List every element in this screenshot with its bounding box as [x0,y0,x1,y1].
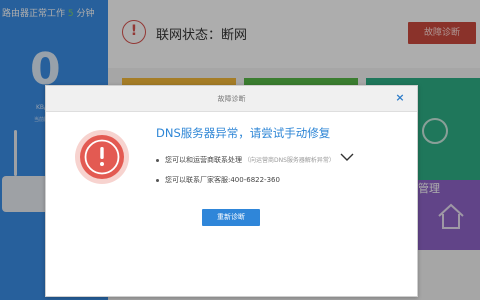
suggestion-text: 您可以联系厂家客服:400-6822-360 [165,176,280,184]
bullet-icon [156,178,159,182]
rediagnose-button[interactable]: 重新诊断 [202,209,260,226]
error-heading: DNS服务器异常，请尝试手动修复 [156,126,331,140]
suggestion-hint: （向运营商DNS服务器解析异常） [244,157,335,164]
fault-diagnosis-dialog: 故障诊断 × DNS服务器异常，请尝试手动修复 您可以和运营商联系处理 （向运营商… [45,85,418,297]
dialog-title: 故障诊断 [217,95,246,103]
chevron-down-icon[interactable] [340,152,354,162]
suggestion-text: 您可以和运营商联系处理 [165,156,242,164]
bullet-icon [156,158,159,162]
close-icon[interactable]: × [393,91,407,105]
suggestion-item: 您可以和运营商联系处理 （向运营商DNS服务器解析异常） [156,155,335,165]
dialog-header: 故障诊断 × [46,86,417,112]
suggestion-item: 您可以联系厂家客服:400-6822-360 [156,175,280,185]
error-icon [75,130,129,184]
